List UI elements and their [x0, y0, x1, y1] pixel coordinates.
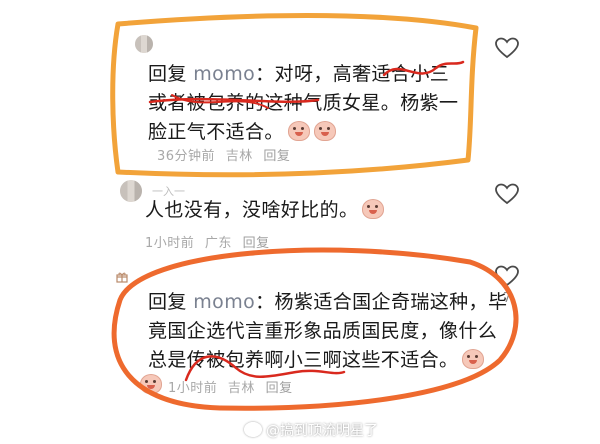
comment-text: 回复 momo：杨紫适合国企奇瑞这种，毕 竟国企选代言重形象品质国民度，像什么 … — [148, 288, 507, 375]
like-heart-icon[interactable] — [494, 264, 520, 288]
avatar[interactable] — [120, 180, 142, 202]
like-heart-icon[interactable] — [494, 182, 520, 206]
reply-button[interactable]: 回复 — [266, 381, 293, 396]
watermark: @搞到顶流明星了 — [244, 420, 378, 440]
reply-prefix: 回复 — [148, 63, 187, 85]
comment-meta: 1小时前 广东 回复 — [145, 232, 276, 251]
comment-line: 竟国企选代言重形象品质国民度，像什么 — [148, 320, 498, 342]
comment-time: 1小时前 — [168, 381, 218, 396]
comment-text: 人也没有，没啥好比的。 — [145, 196, 385, 225]
laughing-emoji-icon — [462, 349, 485, 369]
comment-text: 回复 momo：对呀，高奢适合小三 或者被包养的这种气质女星。杨紫一 脸正气不适… — [148, 60, 458, 147]
laughing-emoji-icon — [140, 374, 162, 394]
comment-thread: 回复 momo：对呀，高奢适合小三 或者被包养的这种气质女星。杨紫一 脸正气不适… — [0, 0, 600, 444]
comment-line: ：杨紫适合国企奇瑞这种，毕 — [255, 291, 508, 313]
weibo-logo-icon — [244, 422, 262, 437]
comment-location: 吉林 — [225, 149, 253, 164]
comment-meta: 1小时前 吉林 回复 — [168, 377, 299, 396]
comment-line: 总是传被包养啊小三啊这些不适合。 — [148, 349, 459, 371]
watermark-text: @搞到顶流明星了 — [266, 423, 378, 439]
comment-time: 1小时前 — [145, 236, 195, 251]
comment-line: 人也没有，没啥好比的。 — [145, 199, 359, 221]
like-heart-icon[interactable] — [494, 36, 520, 60]
reply-to-username[interactable]: momo — [193, 291, 255, 313]
laughing-emoji-icon — [287, 121, 310, 141]
reply-button[interactable]: 回复 — [263, 149, 290, 164]
comment-line: ：对呀，高奢适合小三 — [255, 63, 450, 85]
laughing-emoji-icon — [313, 121, 336, 141]
comment-line: 或者被包养的这种气质女星。杨紫一 — [148, 92, 459, 114]
like-count: 7 — [503, 291, 512, 306]
reply-button[interactable]: 回复 — [243, 236, 270, 251]
comment-location: 广东 — [204, 236, 232, 251]
reply-to-username[interactable]: momo — [193, 63, 255, 85]
comment-time: 36分钟前 — [157, 149, 216, 164]
laughing-emoji-icon — [362, 199, 385, 219]
gift-icon — [116, 272, 128, 283]
comment-location: 吉林 — [227, 381, 255, 396]
reply-prefix: 回复 — [148, 291, 187, 313]
avatar[interactable] — [135, 35, 153, 53]
comment-line: 脸正气不适合。 — [148, 121, 284, 143]
comment-meta: 36分钟前 吉林 回复 — [157, 145, 296, 164]
